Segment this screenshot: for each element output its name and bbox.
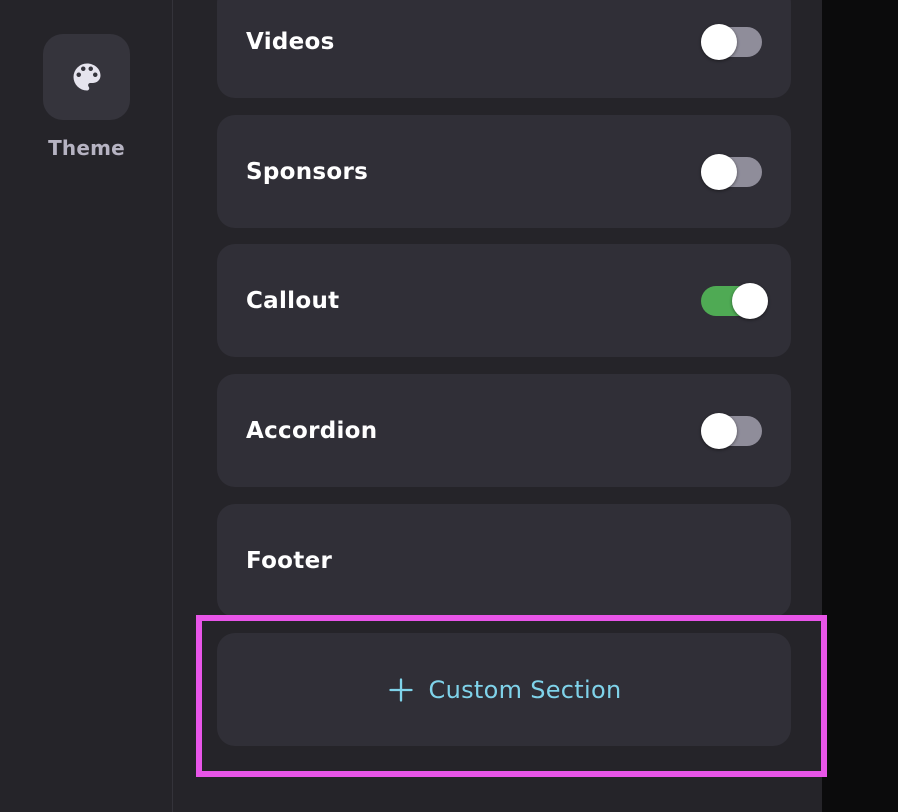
- section-card-sponsors[interactable]: Sponsors: [217, 115, 791, 228]
- section-label: Callout: [246, 287, 340, 314]
- sidebar: Theme: [0, 0, 173, 812]
- toggle-knob: [701, 23, 737, 60]
- section-label: Videos: [246, 28, 335, 55]
- toggle-knob: [732, 282, 768, 319]
- accordion-toggle[interactable]: [701, 412, 762, 449]
- plus-icon: [388, 677, 413, 702]
- section-card-videos[interactable]: Videos: [217, 0, 791, 98]
- section-card-footer[interactable]: Footer: [217, 504, 791, 617]
- toggle-knob: [701, 412, 737, 449]
- section-card-accordion[interactable]: Accordion: [217, 374, 791, 487]
- theme-button[interactable]: [43, 34, 130, 120]
- section-card-callout[interactable]: Callout: [217, 244, 791, 357]
- sections-panel: Videos Sponsors Callout Accordion Footer…: [173, 0, 822, 812]
- palette-icon: [73, 63, 100, 91]
- videos-toggle[interactable]: [701, 23, 762, 60]
- theme-label: Theme: [48, 136, 125, 160]
- toggle-knob: [701, 153, 737, 190]
- section-label: Footer: [246, 547, 333, 574]
- app-window: Theme Videos Sponsors Callout Accordion …: [0, 0, 822, 812]
- callout-toggle[interactable]: [701, 282, 768, 319]
- section-label: Sponsors: [246, 158, 369, 185]
- add-custom-section-button[interactable]: Custom Section: [217, 633, 791, 746]
- custom-section-label: Custom Section: [428, 675, 622, 704]
- sponsors-toggle[interactable]: [701, 153, 762, 190]
- section-label: Accordion: [246, 417, 378, 444]
